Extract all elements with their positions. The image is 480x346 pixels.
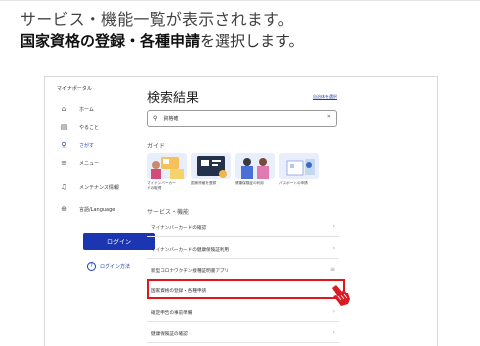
- guide-illustration: [191, 153, 231, 179]
- search-icon: ⚲: [153, 115, 158, 122]
- guide-caption: 国家資格を登録: [191, 181, 217, 185]
- login-button[interactable]: ログイン: [83, 233, 155, 250]
- service-row-vaccine-app[interactable]: 新型コロナワクチン接種証明書アプリ ≡: [147, 262, 339, 280]
- todo-icon: ▤: [60, 123, 68, 131]
- top-divider: [0, 0, 480, 1]
- services-heading: サービス・機能: [147, 209, 190, 216]
- sidebar-item-label: やること: [79, 124, 100, 131]
- chevron-right-icon: ›: [332, 223, 335, 230]
- guide-card-passport[interactable]: パスポートの申請: [279, 153, 319, 186]
- guide-caption: 健康保険証の利用: [235, 181, 264, 185]
- search-input[interactable]: ⚲ 資格確 ✕: [147, 110, 337, 127]
- instruction-rest: を選択します。: [200, 32, 304, 50]
- login-help-label: ログイン方法: [100, 264, 131, 270]
- highlight-box: [147, 279, 345, 299]
- portal-screenshot: マイナポータル ⌂ ホーム ▤ やること ⚲ さがす ≡ メニュー ♫ メンテナ…: [44, 76, 438, 346]
- sidebar-item-label: ホーム: [79, 106, 94, 113]
- sidebar-item-search[interactable]: ⚲ さがす: [59, 141, 94, 149]
- login-help-link[interactable]: ? ログイン方法: [87, 262, 130, 271]
- globe-icon: ⊕: [61, 205, 67, 213]
- guide-card-mynumber[interactable]: マイナンバーカー ドの取得: [147, 153, 187, 191]
- service-label: マイナンバーカードの健康保険証利用: [151, 247, 230, 253]
- portal-logo[interactable]: マイナポータル: [57, 85, 92, 92]
- sidebar-item-label: メンテナンス情報: [79, 184, 119, 191]
- instruction-line-2: 国家資格の登録・各種申請を選択します。: [20, 30, 304, 51]
- chevron-right-icon: ›: [332, 329, 335, 336]
- service-row-insurance-check[interactable]: 健康保険証の確認 ›: [147, 325, 339, 343]
- instruction-emphasis: 国家資格の登録・各種申請: [20, 32, 201, 50]
- service-row-mynumber-check[interactable]: マイナンバーカードの確認 ›: [147, 219, 339, 237]
- guide-illustration: [279, 153, 319, 179]
- guide-illustration: [147, 153, 187, 179]
- sidebar-item-home[interactable]: ⌂ ホーム: [59, 105, 94, 113]
- service-label: 新型コロナワクチン接種証明書アプリ: [151, 268, 230, 274]
- guide-caption: パスポートの申請: [279, 181, 308, 185]
- menu-icon: ≡: [329, 266, 335, 273]
- guide-heading: ガイド: [147, 143, 166, 150]
- instruction-line-1: サービス・機能一覧が表示されます。: [20, 10, 294, 29]
- service-row-health-insurance[interactable]: マイナンバーカードの健康保険証利用 ›: [147, 241, 339, 259]
- page-title: 検索結果: [147, 91, 200, 106]
- home-icon: ⌂: [61, 105, 67, 113]
- sidebar-item-language[interactable]: ⊕ 言語/Language: [59, 205, 115, 213]
- bell-icon: ♫: [60, 183, 68, 191]
- guide-illustration: [235, 153, 275, 179]
- service-row-tax-return[interactable]: 確定申告の事前準備 ›: [147, 304, 339, 322]
- search-value: 資格確: [163, 116, 179, 122]
- service-label: 健康保険証の確認: [151, 331, 188, 337]
- clear-icon[interactable]: ✕: [327, 114, 331, 120]
- guide-card-qualification[interactable]: 国家資格を登録: [191, 153, 231, 186]
- guide-caption: マイナンバーカー ドの取得: [147, 181, 176, 190]
- menu-icon: ≡: [61, 159, 67, 167]
- sidebar-item-label: さがす: [79, 142, 95, 149]
- service-label: 確定申告の事前準備: [151, 310, 193, 316]
- sidebar-item-label: メニュー: [79, 160, 100, 167]
- sidebar-item-todo[interactable]: ▤ やること: [59, 123, 99, 131]
- sidebar-item-menu[interactable]: ≡ メニュー: [59, 159, 99, 167]
- search-icon: ⚲: [61, 141, 67, 149]
- question-icon: ?: [87, 262, 96, 271]
- municipality-link[interactable]: 自治体を選択: [313, 94, 337, 100]
- chevron-right-icon: ›: [332, 245, 335, 252]
- service-label: マイナンバーカードの確認: [151, 225, 207, 231]
- sidebar-item-label: 言語/Language: [79, 206, 116, 213]
- pointing-hand-icon: [329, 283, 353, 311]
- guide-card-insurance[interactable]: 健康保険証の利用: [235, 153, 275, 186]
- sidebar-item-maintenance[interactable]: ♫ メンテナンス情報: [59, 183, 119, 191]
